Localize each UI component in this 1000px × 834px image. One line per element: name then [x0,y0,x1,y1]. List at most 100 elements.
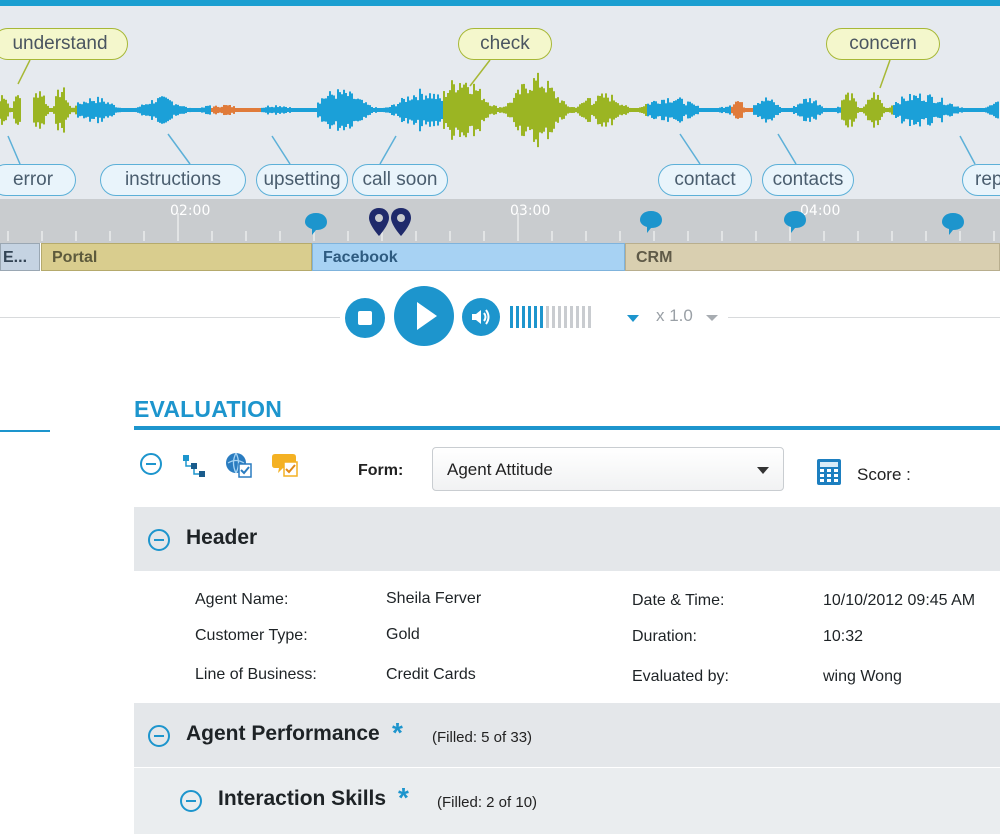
tag-pointer [469,59,491,87]
agent-name-label: Agent Name: [195,591,289,608]
volume-bar [534,306,537,328]
volume-bar [528,306,531,328]
waveform-panel[interactable]: understand check concern error instructi… [0,0,1000,200]
tag-error[interactable]: error [0,164,76,196]
time-label-3min: 03:00 [510,203,551,219]
section-interaction-skills[interactable]: Interaction Skills * (Filled: 2 of 10) [134,768,1000,834]
filled-count: (Filled: 5 of 33) [432,729,533,746]
volume-bar [570,306,573,328]
tag-pointer [17,59,31,85]
tag-pointer [379,135,397,165]
stop-icon [358,311,372,325]
tag-understand[interactable]: understand [0,28,128,60]
duration-label: Duration: [632,628,697,645]
player-divider-left [0,317,340,318]
comment-marker-icon[interactable] [782,209,808,235]
application-usage-bar: E... Portal Facebook CRM [0,243,1000,271]
speaker-icon [472,309,490,325]
volume-bar [516,306,519,328]
chat-checklist-icon[interactable] [271,450,301,480]
chevron-down-icon [757,467,769,474]
date-time-value: 10/10/2012 09:45 AM [823,592,976,609]
filled-count: (Filled: 2 of 10) [437,794,538,811]
volume-bar [522,306,525,328]
timeline-ticks [7,213,995,241]
section-title-interaction-skills: Interaction Skills [218,787,387,810]
app-segment-crm[interactable]: CRM [625,243,1000,271]
tag-check[interactable]: check [458,28,552,60]
tag-instructions[interactable]: instructions [100,164,246,196]
section-header[interactable]: Header [134,507,1000,571]
volume-bar [546,306,549,328]
location-pin-icon[interactable] [390,207,412,237]
tag-pointer [777,133,797,165]
app-segment-portal[interactable]: Portal [41,243,312,271]
volume-button[interactable] [462,298,500,336]
calculator-icon[interactable] [816,458,842,486]
tag-contact[interactable]: contact [658,164,752,196]
speed-dropdown-icon[interactable] [706,315,718,321]
left-panel-tab-indicator [0,430,50,432]
volume-bar [552,306,555,328]
tag-upsetting[interactable]: upsetting [256,164,348,196]
agent-name-value: Sheila Ferver [386,590,482,607]
volume-slider[interactable] [510,306,591,328]
customer-type-value: Gold [386,626,420,643]
evaluation-title: EVALUATION [134,396,283,422]
form-select[interactable]: Agent Attitude [432,447,784,491]
section-title-header: Header [186,526,258,549]
tag-pointer [7,135,21,165]
app-segment-e[interactable]: E... [0,243,40,271]
tree-structure-icon[interactable] [181,452,209,480]
duration-value: 10:32 [823,628,864,645]
line-of-business-label: Line of Business: [195,666,317,683]
globe-checklist-icon[interactable] [224,450,254,480]
evaluation-divider [134,426,1000,430]
volume-bar [564,306,567,328]
volume-bar [510,306,513,328]
volume-bar [576,306,579,328]
volume-dropdown-icon[interactable] [627,315,639,322]
comment-marker-icon[interactable] [940,211,966,237]
comment-marker-icon[interactable] [303,211,329,237]
form-label: Form: [358,462,404,479]
evaluated-by-value: wing Wong [823,668,902,685]
evaluated-by-label: Evaluated by: [632,668,729,685]
volume-bar [582,306,585,328]
form-select-value: Agent Attitude [447,460,553,479]
volume-bar [540,306,543,328]
tag-concern[interactable]: concern [826,28,940,60]
playback-speed[interactable]: x 1.0 [656,306,693,326]
tag-call-soon[interactable]: call soon [352,164,448,196]
tag-pointer [167,133,191,165]
collapse-all-icon[interactable] [139,452,165,478]
tag-pointer [959,135,976,165]
tag-pointer [679,133,701,165]
play-icon [417,302,437,330]
collapse-icon[interactable] [148,529,170,551]
timeline-ruler[interactable]: 02:00 03:00 04:00 [0,199,1000,243]
section-title-agent-performance: Agent Performance [186,722,380,745]
tag-rep[interactable]: rep [962,164,1000,196]
collapse-icon[interactable] [180,790,202,812]
required-star-icon: * [398,782,409,813]
date-time-label: Date & Time: [632,592,725,609]
tag-pointer [271,135,291,165]
tag-contacts[interactable]: contacts [762,164,854,196]
time-label-2min: 02:00 [170,203,211,219]
volume-bar [588,306,591,328]
line-of-business-value: Credit Cards [386,666,476,683]
score-label: Score : [857,465,911,484]
required-star-icon: * [392,717,403,748]
location-pin-icon[interactable] [368,207,390,237]
play-button[interactable] [394,286,454,346]
collapse-icon[interactable] [148,725,170,747]
volume-bar [558,306,561,328]
section-agent-performance[interactable]: Agent Performance * (Filled: 5 of 33) [134,703,1000,767]
comment-marker-icon[interactable] [638,209,664,235]
customer-type-label: Customer Type: [195,627,308,644]
stop-button[interactable] [345,298,385,338]
tag-pointer [879,59,891,89]
app-segment-facebook[interactable]: Facebook [312,243,625,271]
player-divider-right [728,317,1000,318]
